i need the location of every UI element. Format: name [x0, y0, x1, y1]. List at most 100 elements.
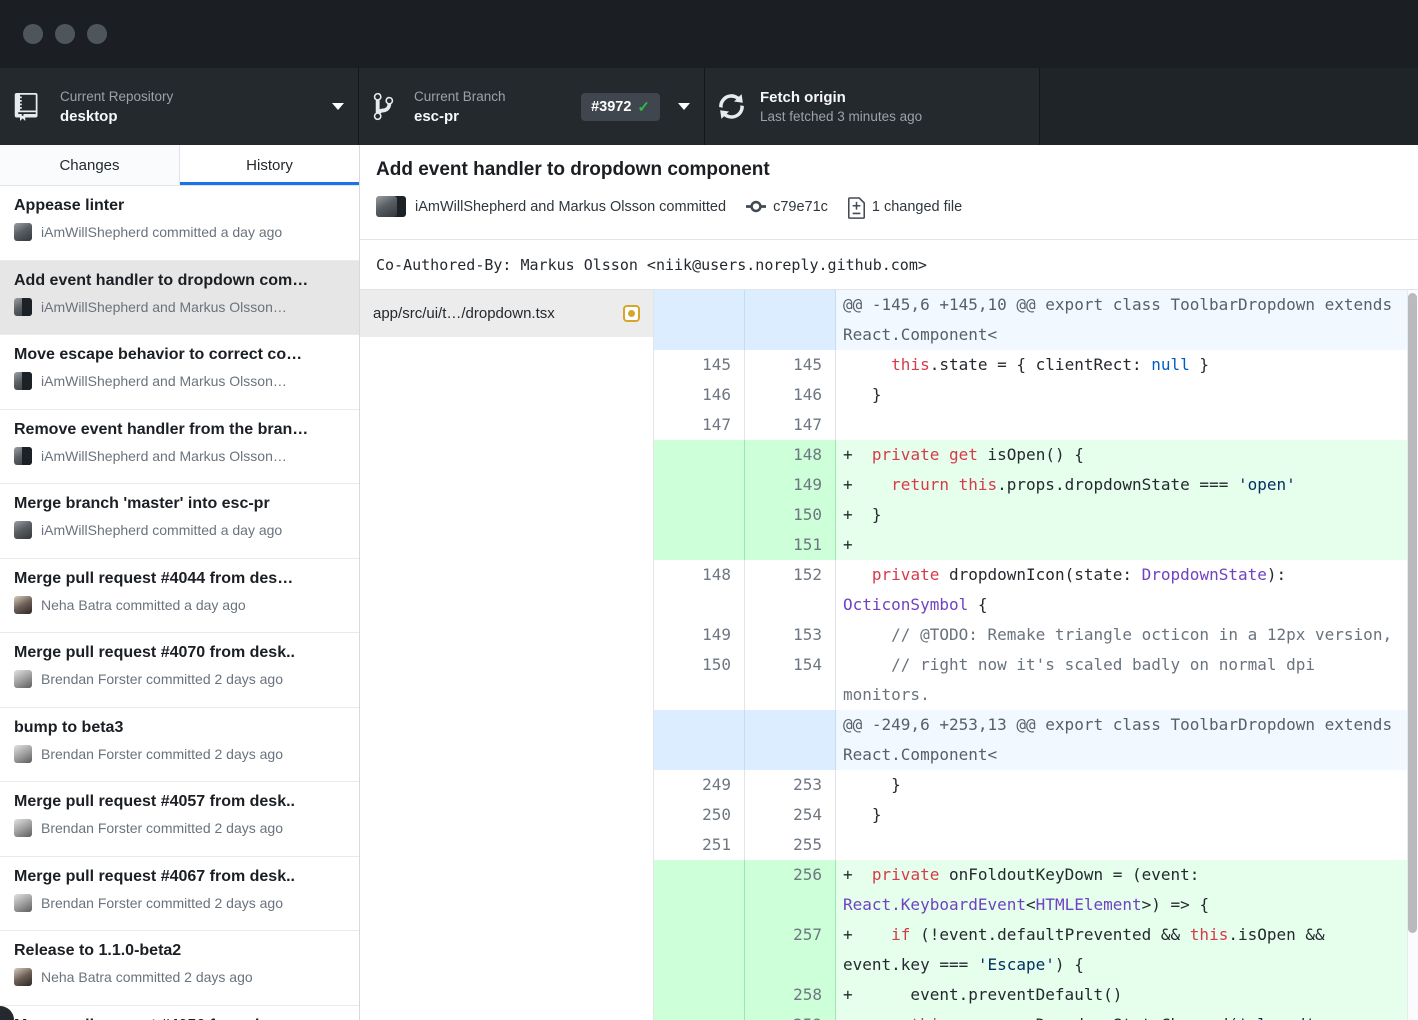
diff-line-code: // @TODO: Remake triangle octicon in a 1…	[836, 620, 1407, 650]
diff-line: 148 + private get isOpen() {	[654, 440, 1407, 470]
commit-item-meta: Brendan Forster committed 2 days ago	[14, 745, 345, 763]
commit-item-byline: Brendan Forster committed 2 days ago	[41, 671, 283, 687]
commit-meta: iAmWillShepherd and Markus Olsson commit…	[376, 194, 1402, 219]
old-line-number: 149	[654, 620, 745, 650]
old-line-number: 251	[654, 830, 745, 860]
old-line-number: 150	[654, 650, 745, 710]
current-repository-button[interactable]: Current Repository desktop	[0, 68, 359, 145]
minimize-window-button[interactable]	[55, 24, 75, 44]
diff-line: 249 253 }	[654, 770, 1407, 800]
commit-list-item[interactable]: Release to 1.1.0-beta2 Neha Batra commit…	[0, 931, 359, 1006]
current-branch-button[interactable]: Current Branch esc-pr #3972 ✓	[359, 68, 705, 145]
old-line-number	[654, 470, 745, 500]
diff-line-code: + event.preventDefault()	[836, 980, 1407, 1010]
zoom-window-button[interactable]	[87, 24, 107, 44]
new-line-number: 259	[745, 1010, 836, 1020]
commit-item-title: Remove event handler from the bran…	[14, 421, 345, 439]
committer-avatar	[14, 372, 32, 390]
new-line-number: 151	[745, 530, 836, 560]
commit-list-item[interactable]: Merge pull request #4070 from desk.. Bre…	[0, 633, 359, 708]
diff-scrollbar-thumb[interactable]	[1408, 293, 1417, 933]
commit-item-meta: Brendan Forster committed 2 days ago	[14, 670, 345, 688]
diff-line: 258 + event.preventDefault()	[654, 980, 1407, 1010]
committer-avatar	[14, 894, 32, 912]
diff-line-code: + if (!event.defaultPrevented && this.is…	[836, 920, 1407, 980]
commit-authors: iAmWillShepherd and Markus Olsson commit…	[415, 199, 726, 215]
diff-line-code: @@ -249,6 +253,13 @@ export class Toolba…	[836, 710, 1407, 770]
commit-item-title: Appease linter	[14, 197, 345, 215]
commit-header: Add event handler to dropdown component …	[360, 145, 1418, 240]
commit-list-item[interactable]: Move escape behavior to correct co… iAmW…	[0, 335, 359, 410]
modified-status-icon	[623, 305, 640, 322]
commit-item-meta: Neha Batra committed a day ago	[14, 596, 345, 614]
diff-line-code: + private onFoldoutKeyDown = (event: Rea…	[836, 860, 1407, 920]
commit-item-byline: iAmWillShepherd committed a day ago	[41, 522, 282, 538]
commit-list-item[interactable]: Merge pull request #4044 from des… Neha …	[0, 559, 359, 634]
old-line-number	[654, 290, 745, 350]
main-pane: Add event handler to dropdown component …	[360, 145, 1418, 1020]
committer-avatar	[14, 298, 32, 316]
diff-line: 151 +	[654, 530, 1407, 560]
old-line-number	[654, 860, 745, 920]
new-line-number: 255	[745, 830, 836, 860]
diff-line-code: + return this.props.dropdownState === 'o…	[836, 470, 1407, 500]
diff-view: @@ -145,6 +145,10 @@ export class Toolba…	[654, 290, 1418, 1020]
diff-line-code	[836, 830, 1407, 860]
commit-item-byline: Brendan Forster committed 2 days ago	[41, 746, 283, 762]
new-line-number: 254	[745, 800, 836, 830]
old-line-number	[654, 1010, 745, 1020]
diff-rows: @@ -145,6 +145,10 @@ export class Toolba…	[654, 290, 1407, 1020]
commit-item-meta: iAmWillShepherd and Markus Olsson…	[14, 298, 345, 316]
github-desktop-window: Current Repository desktop Current Branc…	[0, 0, 1418, 1020]
commit-list-item[interactable]: Merge pull request #4056 from des…	[0, 1006, 359, 1020]
committer-avatar	[14, 447, 32, 465]
new-line-number: 154	[745, 650, 836, 710]
commit-item-byline: iAmWillShepherd committed a day ago	[41, 224, 282, 240]
chevron-down-icon	[332, 103, 344, 110]
old-line-number: 146	[654, 380, 745, 410]
titlebar	[0, 0, 1418, 68]
pr-check-icon: ✓	[637, 98, 650, 116]
diff-line-code: }	[836, 770, 1407, 800]
commit-list-item[interactable]: bump to beta3 Brendan Forster committed …	[0, 708, 359, 783]
diff-line: 150 154 // right now it's scaled badly o…	[654, 650, 1407, 710]
sidebar-tabs: Changes History	[0, 145, 359, 186]
diff-line: 250 254 }	[654, 800, 1407, 830]
diff-scrollbar[interactable]	[1407, 290, 1418, 1020]
commit-item-byline: iAmWillShepherd and Markus Olsson…	[41, 373, 287, 389]
author-avatars	[376, 196, 406, 217]
commit-description: Co-Authored-By: Markus Olsson <niik@user…	[360, 240, 1418, 290]
diff-line-code: private dropdownIcon(state: DropdownStat…	[836, 560, 1407, 620]
commit-list-item[interactable]: Remove event handler from the bran… iAmW…	[0, 410, 359, 485]
commit-list-item[interactable]: Appease linter iAmWillShepherd committed…	[0, 186, 359, 261]
close-window-button[interactable]	[23, 24, 43, 44]
new-line-number: 148	[745, 440, 836, 470]
commit-list-item[interactable]: Add event handler to dropdown com… iAmWi…	[0, 261, 359, 336]
tab-changes[interactable]: Changes	[0, 145, 180, 185]
diff-file-icon	[848, 194, 865, 219]
commit-list-item[interactable]: Merge branch 'master' into esc-pr iAmWil…	[0, 484, 359, 559]
diff-line: @@ -145,6 +145,10 @@ export class Toolba…	[654, 290, 1407, 350]
commit-sha[interactable]: c79e71c	[773, 199, 828, 215]
fetch-origin-button[interactable]: Fetch origin Last fetched 3 minutes ago	[705, 68, 1040, 145]
file-path: app/src/ui/t…/dropdown.tsx	[373, 305, 615, 322]
sidebar: Changes History Appease linter iAmWillSh…	[0, 145, 360, 1020]
commit-item-byline: iAmWillShepherd and Markus Olsson…	[41, 299, 287, 315]
diff-line-code: @@ -145,6 +145,10 @@ export class Toolba…	[836, 290, 1407, 350]
old-line-number: 147	[654, 410, 745, 440]
tab-history[interactable]: History	[180, 145, 359, 185]
commit-item-title: Merge pull request #4070 from desk..	[14, 644, 345, 662]
committer-avatar	[14, 819, 32, 837]
old-line-number	[654, 710, 745, 770]
commit-list-item[interactable]: Merge pull request #4057 from desk.. Bre…	[0, 782, 359, 857]
branch-text: Current Branch esc-pr	[414, 89, 581, 125]
commit-item-meta: Brendan Forster committed 2 days ago	[14, 894, 345, 912]
commit-list-item[interactable]: Merge pull request #4067 from desk.. Bre…	[0, 857, 359, 932]
commit-item-meta: iAmWillShepherd and Markus Olsson…	[14, 372, 345, 390]
new-line-number: 257	[745, 920, 836, 980]
file-row[interactable]: app/src/ui/t…/dropdown.tsx	[360, 290, 653, 337]
committer-avatar	[14, 521, 32, 539]
diff-line-code	[836, 410, 1407, 440]
commit-item-title: Merge branch 'master' into esc-pr	[14, 495, 345, 513]
new-line-number: 150	[745, 500, 836, 530]
